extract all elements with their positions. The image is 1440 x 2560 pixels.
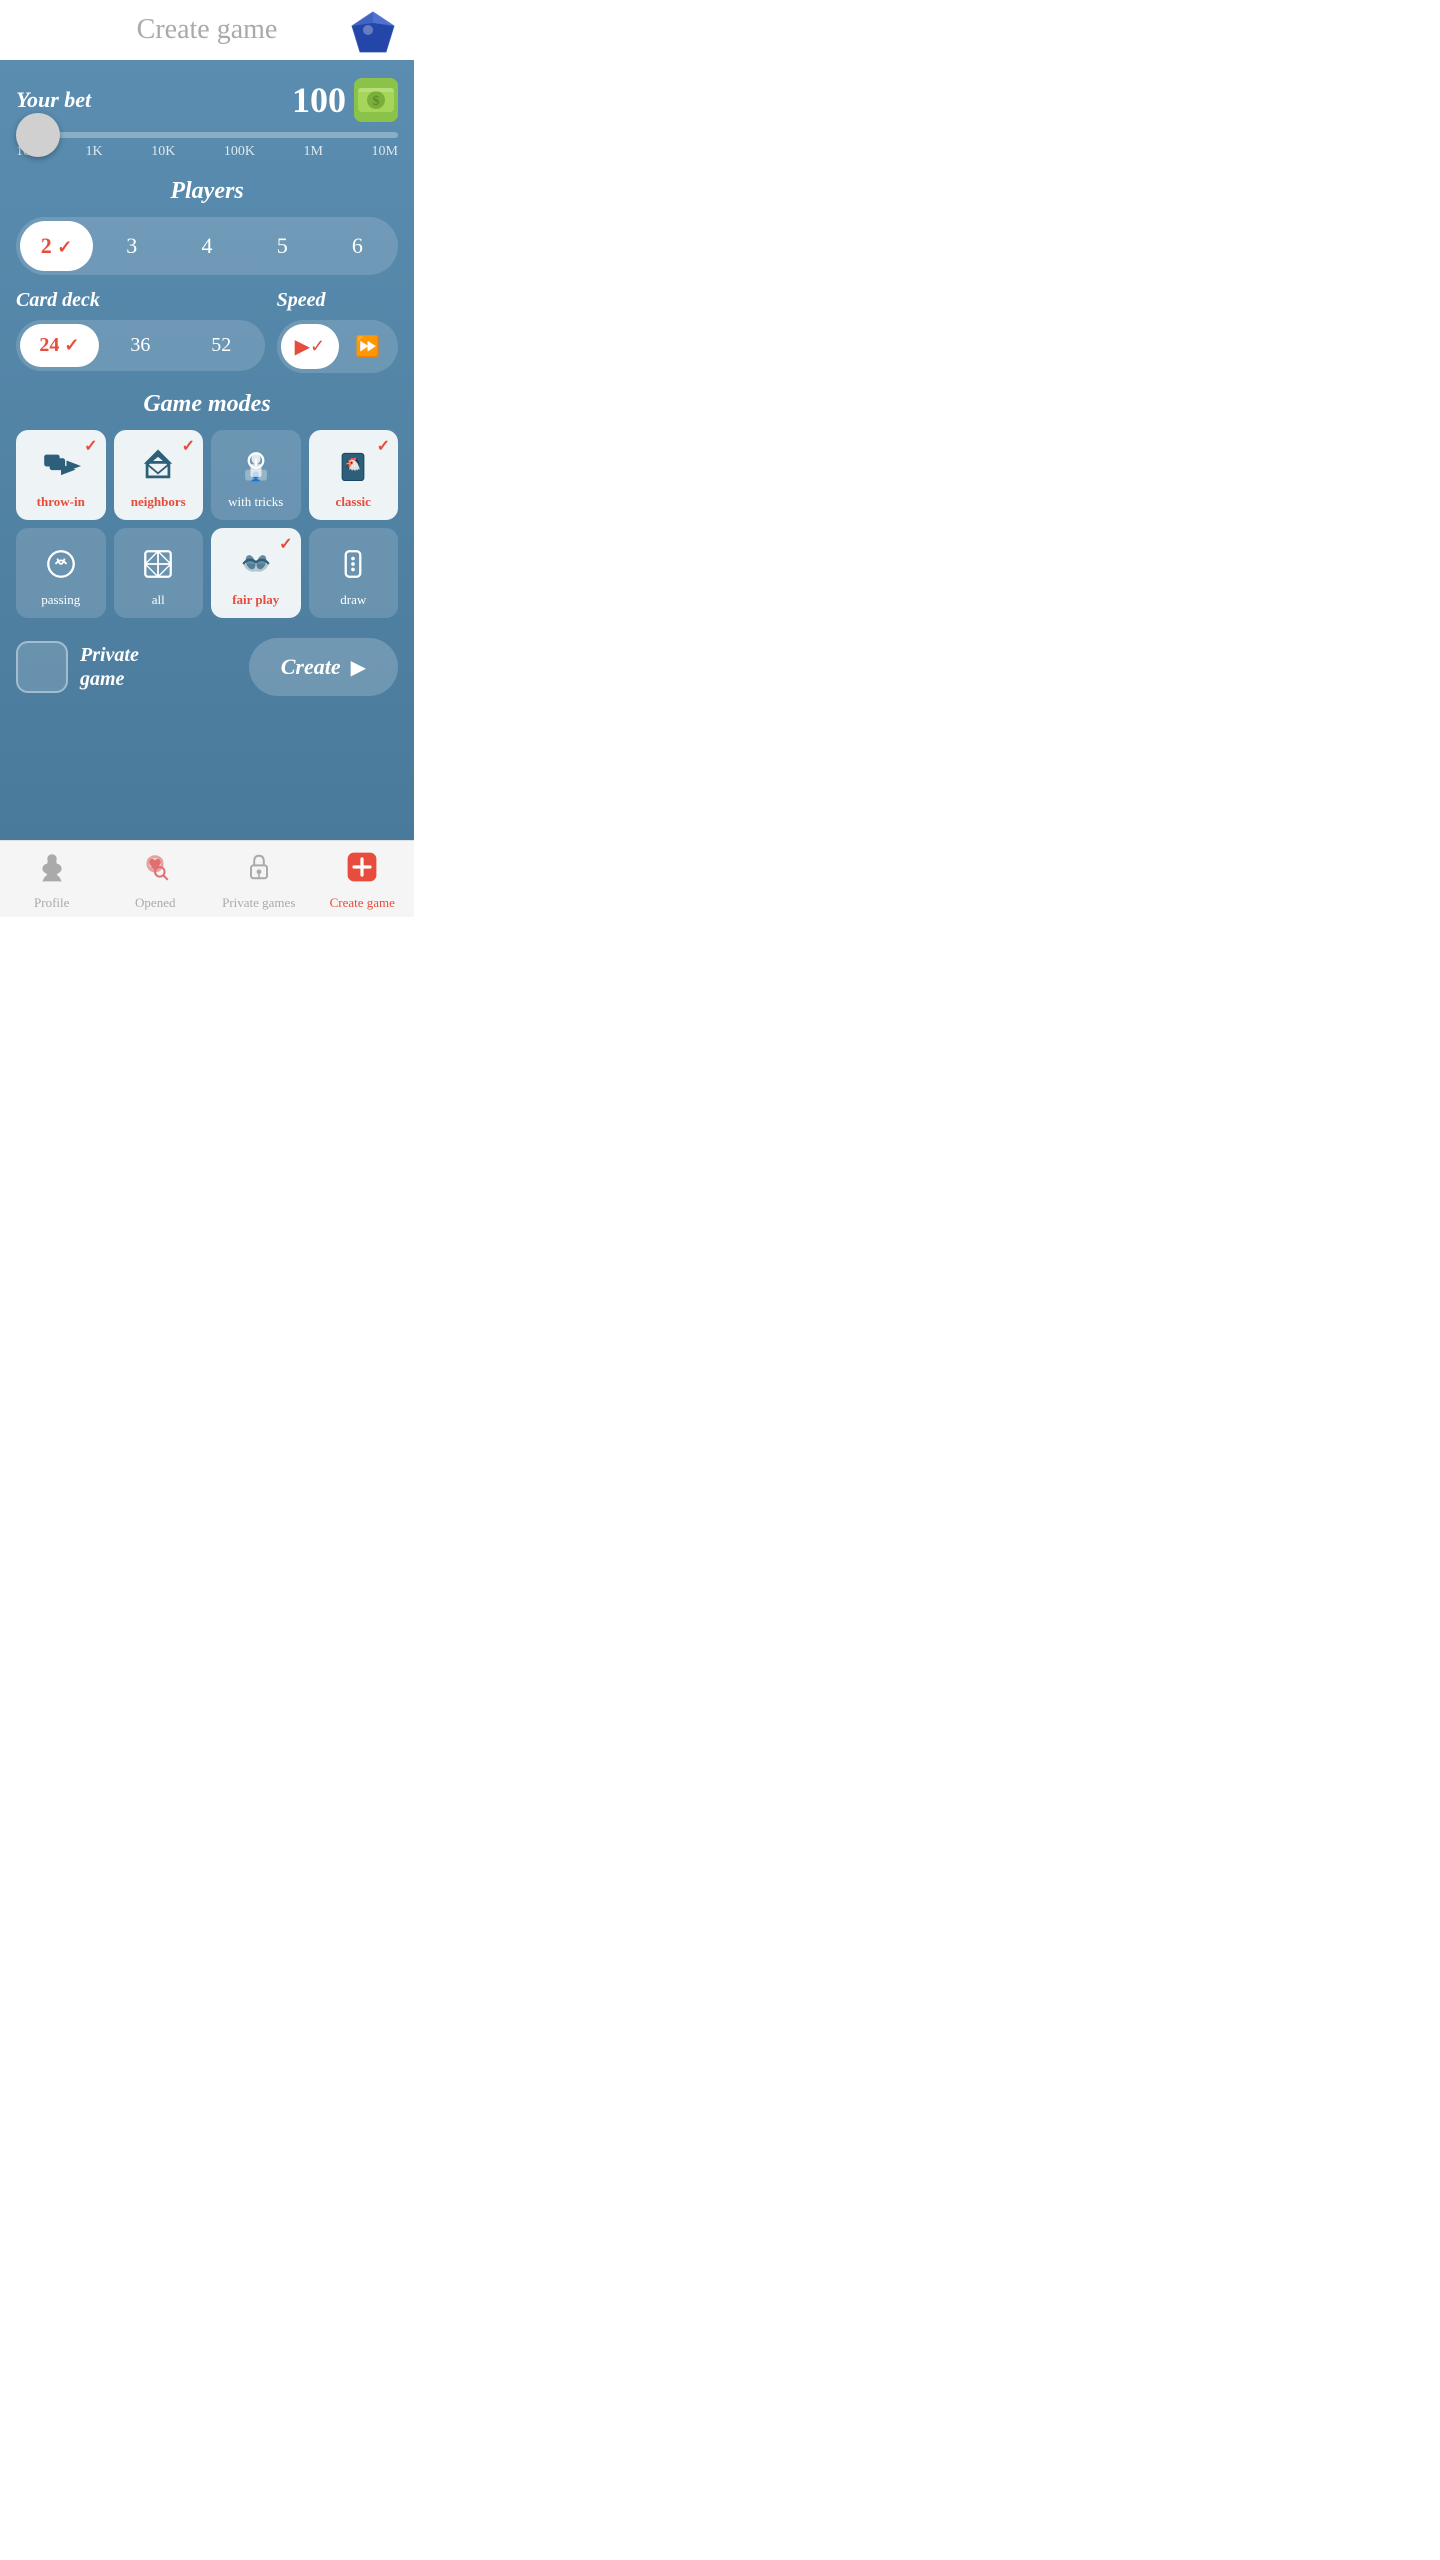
players-title: Players [16, 178, 398, 205]
game-modes-title: Game modes [16, 391, 398, 418]
neighbors-icon [136, 444, 180, 488]
private-game-checkbox[interactable] [16, 641, 68, 693]
bet-slider[interactable] [16, 132, 398, 138]
player-option-5[interactable]: 5 [246, 221, 319, 271]
all-label: all [152, 592, 165, 608]
all-icon [136, 542, 180, 586]
bet-section: Your bet 100 $ [16, 78, 398, 122]
header: Create game [0, 0, 414, 60]
slider-label-1m: 1M [304, 144, 323, 160]
bet-value: 100 [292, 79, 346, 121]
private-games-icon [243, 851, 275, 891]
svg-text:🐔: 🐔 [345, 457, 361, 472]
create-button-text: Create [281, 654, 341, 680]
classic-label: classic [336, 494, 371, 510]
slider-label-100k: 100K [224, 144, 255, 160]
bet-value-row: 100 $ [292, 78, 398, 122]
with-tricks-icon: 👤 [234, 444, 278, 488]
throw-in-label: throw-in [37, 494, 85, 510]
mode-with-tricks[interactable]: 👤 with tricks [211, 430, 301, 520]
nav-opened-label: Opened [135, 895, 175, 911]
mode-passing[interactable]: passing [16, 528, 106, 618]
nav-profile[interactable]: Profile [0, 851, 104, 911]
mode-fair-play[interactable]: ✓ fair play [211, 528, 301, 618]
mode-throw-in[interactable]: ✓ throw-in [16, 430, 106, 520]
player-option-6[interactable]: 6 [321, 221, 394, 271]
passing-label: passing [41, 592, 80, 608]
private-game-label: Privategame [80, 643, 139, 691]
mode-classic[interactable]: ✓ 🐔 classic [309, 430, 399, 520]
slider-label-10m: 10M [371, 144, 397, 160]
player-option-3[interactable]: 3 [95, 221, 168, 271]
nav-private-games-label: Private games [222, 895, 295, 911]
card-deck-section: Card deck 24 ✓ 36 52 [16, 289, 265, 371]
page-title: Create game [137, 14, 278, 46]
fair-play-label: fair play [232, 592, 279, 608]
options-row: Card deck 24 ✓ 36 52 Speed ▶ ✓ ⏩ [16, 289, 398, 373]
bet-label: Your bet [16, 87, 91, 113]
throw-in-icon [39, 444, 83, 488]
draw-label: draw [340, 592, 366, 608]
deck-option-36[interactable]: 36 [101, 324, 180, 367]
mode-draw[interactable]: draw [309, 528, 399, 618]
nav-create-game[interactable]: Create game [311, 851, 415, 911]
private-create-row: Privategame Create ▶ [16, 638, 398, 696]
classic-icon: 🐔 [331, 444, 375, 488]
opened-icon [139, 851, 171, 891]
nav-profile-label: Profile [34, 895, 69, 911]
neighbors-label: neighbors [131, 494, 186, 510]
fair-play-icon [234, 542, 278, 586]
bottom-nav: Profile Opened [0, 840, 414, 917]
main-content: Your bet 100 $ 100 1K 10K 100K 1M [0, 60, 414, 840]
players-options: 2 ✓ 3 4 5 6 [16, 217, 398, 275]
speed-normal[interactable]: ▶ ✓ [281, 324, 339, 369]
player-option-4[interactable]: 4 [170, 221, 243, 271]
nav-opened[interactable]: Opened [104, 851, 208, 911]
gem-icon [348, 8, 398, 58]
create-button[interactable]: Create ▶ [249, 638, 398, 696]
with-tricks-label: with tricks [228, 494, 283, 510]
create-game-icon [346, 851, 378, 891]
private-game-section: Privategame [16, 641, 139, 693]
slider-label-1k: 1K [86, 144, 103, 160]
slider-thumb[interactable] [16, 113, 60, 157]
slider-track [16, 132, 398, 138]
nav-private-games[interactable]: Private games [207, 851, 311, 911]
card-deck-label: Card deck [16, 289, 265, 312]
player-option-2[interactable]: 2 ✓ [20, 221, 93, 271]
slider-labels: 100 1K 10K 100K 1M 10M [16, 144, 398, 160]
passing-icon [39, 542, 83, 586]
game-modes-grid: ✓ throw-in ✓ neighbors [16, 430, 398, 618]
profile-icon [36, 851, 68, 891]
slider-label-10k: 10K [151, 144, 175, 160]
speed-fast[interactable]: ⏩ [341, 324, 394, 369]
speed-section: Speed ▶ ✓ ⏩ [277, 289, 398, 373]
speed-options: ▶ ✓ ⏩ [277, 320, 398, 373]
money-icon: $ [354, 78, 398, 122]
deck-option-24[interactable]: 24 ✓ [20, 324, 99, 367]
mode-neighbors[interactable]: ✓ neighbors [114, 430, 204, 520]
speed-label: Speed [277, 289, 398, 312]
mode-all[interactable]: all [114, 528, 204, 618]
svg-text:$: $ [373, 94, 380, 109]
draw-icon [331, 542, 375, 586]
deck-option-52[interactable]: 52 [182, 324, 261, 367]
create-button-arrow: ▶ [351, 655, 366, 680]
nav-create-game-label: Create game [330, 895, 395, 911]
deck-options: 24 ✓ 36 52 [16, 320, 265, 371]
